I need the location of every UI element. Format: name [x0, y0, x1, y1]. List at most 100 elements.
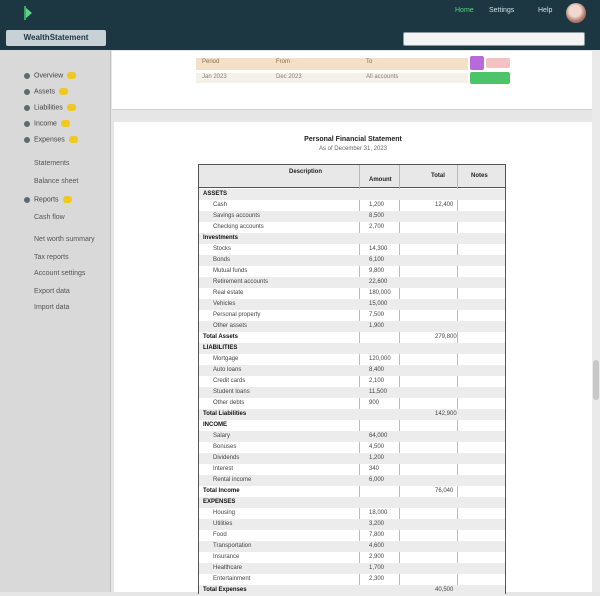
row-total: 279,800: [435, 334, 457, 340]
table-row: ASSETS: [199, 189, 505, 200]
row-label: Savings accounts: [213, 213, 261, 219]
row-total: 142,900: [435, 411, 457, 417]
app-logo-icon[interactable]: [22, 5, 36, 21]
avatar[interactable]: [566, 3, 586, 23]
sidebar-item[interactable]: Expenses: [24, 136, 78, 146]
row-label: Housing: [213, 510, 236, 516]
row-label: Food: [213, 532, 227, 538]
sidebar-item[interactable]: Cash flow: [34, 214, 65, 224]
sidebar-item[interactable]: Reports: [24, 196, 72, 206]
sidebar-item[interactable]: Assets: [24, 88, 69, 98]
sidebar-item[interactable]: Liabilities: [24, 104, 76, 114]
search-input[interactable]: [403, 32, 585, 46]
row-label: Rental income: [213, 477, 252, 483]
notification-badge: [60, 120, 70, 127]
edit-button[interactable]: [470, 56, 484, 70]
table-row: Vehicles 15,000: [199, 299, 505, 310]
table-row: INCOME: [199, 420, 505, 431]
sidebar-item[interactable]: Overview: [24, 72, 77, 82]
filter-value-row[interactable]: Jan 2023 Dec 2023 All accounts: [196, 73, 468, 83]
brand-title[interactable]: WealthStatement: [6, 30, 106, 46]
row-label: Auto loans: [213, 367, 242, 373]
sidebar-item[interactable]: Balance sheet: [34, 178, 78, 188]
row-amount: 2,700: [369, 224, 385, 230]
row-label: Total Liabilities: [203, 411, 247, 417]
table-row: Auto loans 8,400: [199, 365, 505, 376]
table-row: Real estate 180,000: [199, 288, 505, 299]
row-label: Utilities: [213, 521, 233, 527]
filter-value-from[interactable]: Jan 2023: [202, 74, 227, 80]
table-row: Personal property 7,500: [199, 310, 505, 321]
row-amount: 4,500: [369, 444, 385, 450]
clear-chip[interactable]: [486, 58, 510, 68]
table-row: Entertainment 2,300: [199, 574, 505, 585]
table-row: Interest 340: [199, 464, 505, 475]
row-label: Checking accounts: [213, 224, 264, 230]
table-row: Bonds 6,100: [199, 255, 505, 266]
table-row: Total Liabilities 142,900: [199, 409, 505, 420]
top-navigation-bar: Home Settings Help: [0, 0, 600, 26]
table-row: Savings accounts 8,500: [199, 211, 505, 222]
row-total: 40,500: [435, 587, 454, 593]
scrollbar-thumb[interactable]: [593, 360, 599, 400]
table-row: LIABILITIES: [199, 343, 505, 354]
table-row: Total Expenses 40,500: [199, 585, 505, 596]
table-row: Credit cards 2,100: [199, 376, 505, 387]
row-amount: 4,600: [369, 543, 385, 549]
filter-label-to: To: [366, 59, 373, 65]
row-amount: 15,000: [369, 301, 388, 307]
row-label: Transportation: [213, 543, 252, 549]
bullet-icon: [24, 120, 30, 127]
table-row: Total Assets 279,800: [199, 332, 505, 343]
notification-badge: [59, 88, 69, 95]
table-row: Food 7,800: [199, 530, 505, 541]
row-amount: 120,000: [369, 356, 391, 362]
table-row: Utilities 3,200: [199, 519, 505, 530]
filter-value-accounts[interactable]: All accounts: [366, 74, 398, 80]
sidebar-item[interactable]: Import data: [34, 304, 69, 314]
row-amount: 64,000: [369, 433, 388, 439]
scrollbar[interactable]: [592, 50, 600, 592]
notification-badge: [62, 196, 72, 203]
row-label: Entertainment: [213, 576, 251, 582]
sidebar-item[interactable]: Account settings: [34, 270, 85, 280]
row-label: Student loans: [213, 389, 250, 395]
sidebar-item-label: Cash flow: [34, 214, 65, 221]
row-label: Interest: [213, 466, 234, 472]
nav-link-settings[interactable]: Settings: [489, 7, 514, 14]
row-label: Credit cards: [213, 378, 246, 384]
header-description: Description: [289, 169, 323, 175]
nav-link-help[interactable]: Help: [538, 7, 552, 14]
filter-value-to[interactable]: Dec 2023: [276, 74, 302, 80]
row-label: Healthcare: [213, 565, 243, 571]
apply-button[interactable]: [470, 72, 510, 84]
row-total: 76,040: [435, 488, 454, 494]
row-label: Insurance: [213, 554, 240, 560]
row-label: Other assets: [213, 323, 248, 329]
row-label: INCOME: [203, 422, 227, 428]
table-row: Cash 1,200 12,400: [199, 200, 505, 211]
row-label: LIABILITIES: [203, 345, 238, 351]
sidebar-item-label: Expenses: [34, 136, 65, 144]
row-label: Real estate: [213, 290, 244, 296]
sidebar-item[interactable]: Tax reports: [34, 254, 69, 264]
row-amount: 11,500: [369, 389, 387, 395]
table-row: Bonuses 4,500: [199, 442, 505, 453]
table-header: Description Amount Total Notes: [199, 165, 505, 188]
row-amount: 1,200: [369, 202, 385, 208]
row-amount: 7,500: [369, 312, 385, 318]
row-amount: 900: [369, 400, 380, 406]
sidebar-item[interactable]: Export data: [34, 288, 70, 298]
row-amount: 2,300: [369, 576, 385, 582]
table-row: Other debts 900: [199, 398, 505, 409]
sidebar-item-label: Assets: [34, 88, 56, 96]
sidebar-item[interactable]: Net worth summary: [34, 236, 95, 246]
nav-link-home[interactable]: Home: [455, 7, 474, 14]
row-label: EXPENSES: [203, 499, 236, 505]
sidebar-item[interactable]: Income: [24, 120, 70, 130]
row-label: Vehicles: [213, 301, 236, 307]
row-amount: 6,000: [369, 477, 385, 483]
document-subtitle: As of December 31, 2023: [318, 146, 388, 152]
sidebar-item[interactable]: Statements: [34, 160, 69, 170]
row-amount: 14,300: [369, 246, 388, 252]
